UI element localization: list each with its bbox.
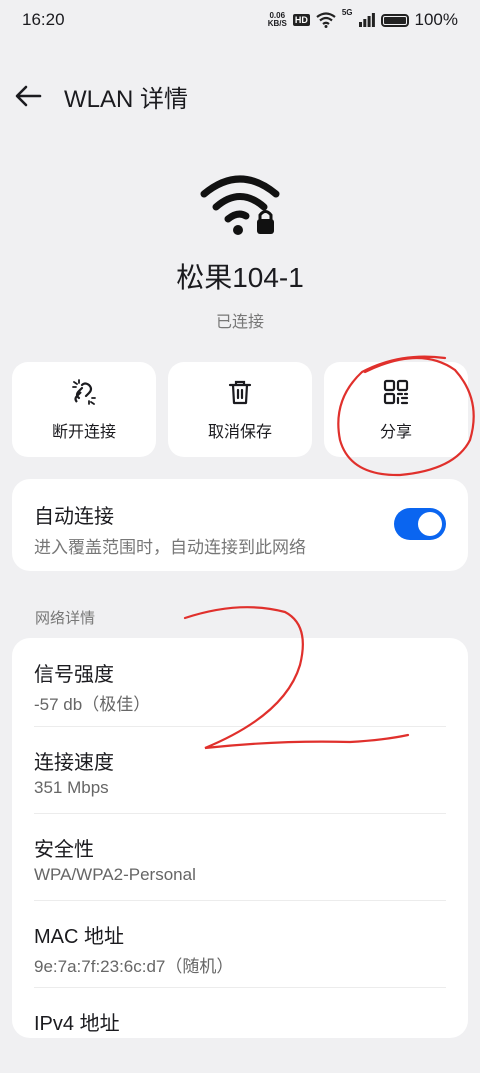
- detail-label: IPv4 地址: [34, 1013, 120, 1035]
- auto-connect-toggle[interactable]: [394, 508, 446, 540]
- forget-button[interactable]: 取消保存: [168, 362, 312, 457]
- back-arrow-icon: [15, 85, 42, 107]
- signal-icon: [358, 13, 375, 27]
- battery-icon: [380, 13, 409, 27]
- section-header: 网络详情: [35, 610, 96, 627]
- auto-connect-description: 进入覆盖范围时，自动连接到此网络: [34, 538, 306, 557]
- net-speed: 0.06 KB/S: [267, 11, 287, 28]
- app-bar: WLAN 详情: [0, 70, 480, 122]
- disconnect-button[interactable]: 断开连接: [12, 362, 156, 457]
- detail-row-ipv4[interactable]: IPv4 地址: [34, 987, 446, 1073]
- detail-row-security[interactable]: 安全性 WPA/WPA2-Personal: [34, 813, 446, 899]
- share-label: 分享: [379, 423, 412, 441]
- status-time: 16:20: [22, 10, 65, 29]
- detail-row-signal[interactable]: 信号强度 -57 db（极佳）: [34, 638, 446, 724]
- auto-connect-card: 自动连接 进入覆盖范围时，自动连接到此网络: [12, 479, 468, 571]
- status-bar: 16:20 0.06 KB/S HD 5G 100%: [0, 0, 480, 40]
- detail-value: WPA/WPA2-Personal: [34, 865, 196, 884]
- battery-level: 100%: [414, 10, 458, 29]
- detail-label: 连接速度: [34, 752, 114, 774]
- share-button[interactable]: 分享: [324, 362, 468, 457]
- auto-connect-title: 自动连接: [34, 506, 114, 528]
- wifi-lock-icon: [200, 175, 280, 235]
- detail-row-speed[interactable]: 连接速度 351 Mbps: [34, 726, 446, 812]
- back-button[interactable]: [0, 70, 58, 122]
- status-icons: 0.06 KB/S HD 5G 100%: [267, 8, 458, 30]
- unlink-icon: [72, 378, 96, 405]
- wifi-small-icon: [316, 12, 336, 28]
- trash-icon: [228, 380, 252, 404]
- detail-value: 351 Mbps: [34, 778, 109, 797]
- network-details-card: 信号强度 -57 db（极佳） 连接速度 351 Mbps 安全性 WPA/WP…: [12, 638, 468, 1038]
- detail-value: 9e:7a:7f:23:6c:d7（随机）: [34, 957, 234, 976]
- action-buttons: 断开连接 取消保存 分享: [12, 362, 468, 457]
- connection-status: 已连接: [215, 314, 264, 331]
- disconnect-label: 断开连接: [51, 423, 116, 441]
- detail-value: -57 db（极佳）: [34, 695, 151, 714]
- page-title: WLAN 详情: [64, 85, 189, 113]
- network-ssid: 松果104-1: [176, 262, 304, 293]
- qr-code-icon: [383, 379, 409, 404]
- detail-label: 安全性: [34, 839, 94, 861]
- network-hero: 松果104-1 已连接: [0, 172, 480, 332]
- hd-badge: HD: [292, 14, 310, 26]
- detail-row-mac[interactable]: MAC 地址 9e:7a:7f:23:6c:d7（随机）: [34, 900, 446, 986]
- detail-label: MAC 地址: [34, 926, 124, 948]
- detail-label: 信号强度: [34, 664, 114, 686]
- forget-label: 取消保存: [207, 423, 272, 441]
- network-type: 5G: [341, 8, 353, 17]
